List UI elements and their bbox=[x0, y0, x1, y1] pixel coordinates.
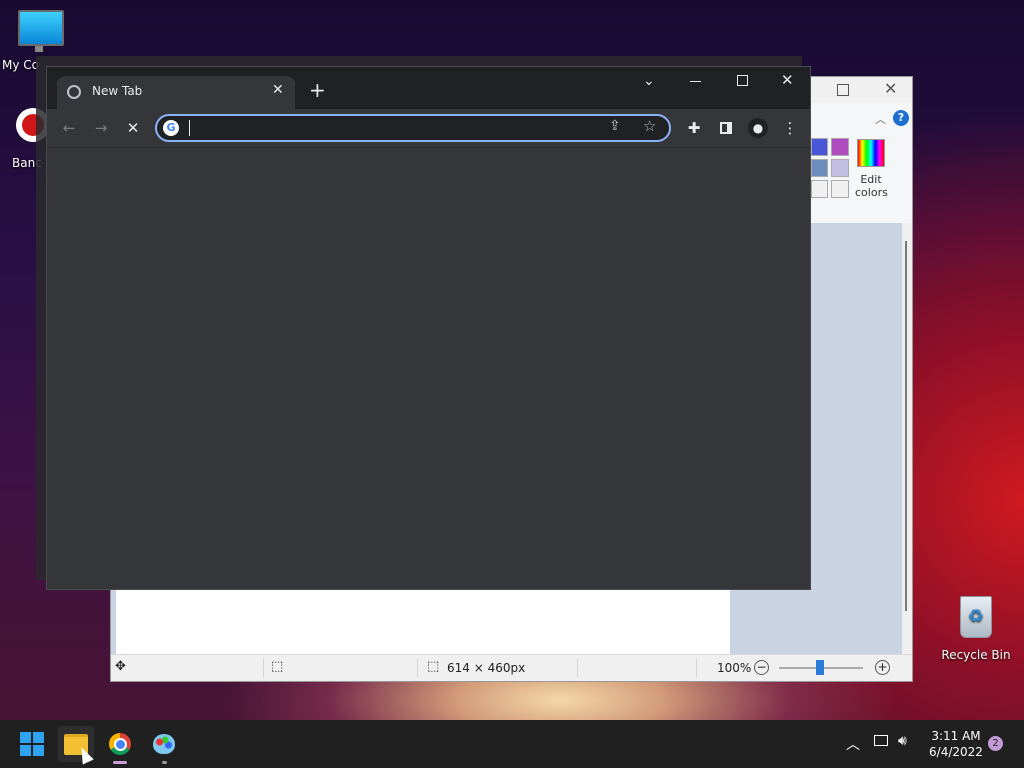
color-swatch[interactable] bbox=[811, 180, 828, 198]
share-icon[interactable]: ⇪ bbox=[609, 118, 621, 134]
desktop-icon-label: My Co bbox=[2, 58, 39, 72]
recycle-bin-icon: ♻ bbox=[960, 596, 992, 638]
vertical-scrollbar[interactable] bbox=[902, 223, 912, 655]
taskbar-chrome[interactable] bbox=[102, 726, 138, 764]
tab-search-icon[interactable]: ⌄ bbox=[643, 73, 655, 89]
color-swatch[interactable] bbox=[831, 159, 849, 177]
forward-button[interactable]: → bbox=[87, 114, 115, 142]
bookmark-star-icon[interactable]: ☆ bbox=[643, 117, 656, 135]
new-tab-button[interactable]: + bbox=[309, 80, 326, 100]
desktop-icon-label: Recycle Bin bbox=[941, 648, 1011, 662]
chrome-favicon-icon bbox=[67, 85, 81, 99]
windows-icon bbox=[20, 732, 44, 756]
start-button[interactable] bbox=[14, 726, 50, 762]
close-button[interactable]: ✕ bbox=[781, 71, 794, 89]
clock-date: 6/4/2022 bbox=[929, 745, 983, 759]
taskbar: ︿ 🔊︎ 3:11 AM 6/4/2022 2 bbox=[0, 720, 1024, 768]
network-icon[interactable] bbox=[874, 735, 888, 746]
paint-palette-icon bbox=[153, 734, 175, 754]
color-spectrum-icon bbox=[857, 139, 885, 167]
close-button[interactable]: ✕ bbox=[884, 79, 897, 98]
omnibox[interactable]: G ⇪ ☆ bbox=[155, 114, 671, 142]
maximize-button[interactable] bbox=[837, 84, 849, 96]
zoom-in-button[interactable]: + bbox=[875, 660, 890, 675]
omnibox-input[interactable] bbox=[189, 120, 190, 136]
tab-title: New Tab bbox=[92, 84, 143, 98]
selection-size-icon: ⬚ bbox=[271, 659, 284, 674]
help-button[interactable]: ? bbox=[893, 110, 909, 126]
profile-icon[interactable]: ● bbox=[744, 114, 772, 142]
canvas-size-icon: ⬚ bbox=[427, 659, 440, 674]
desktop-icon-recycle-bin[interactable]: ♻ Recycle Bin bbox=[940, 596, 1012, 662]
move-icon: ✥ bbox=[115, 659, 126, 674]
chrome-window[interactable]: New Tab ✕ + ⌄ ✕ ← → ✕ G ⇪ ☆ ✚ ● ⋮ bbox=[46, 66, 811, 590]
close-tab-icon[interactable]: ✕ bbox=[272, 82, 284, 98]
running-indicator bbox=[162, 761, 167, 764]
status-bar: ✥ ⬚ ⬚ 614 × 460px 100% − + bbox=[111, 654, 912, 681]
collapse-ribbon-icon[interactable]: ︿ bbox=[875, 111, 886, 127]
tab-strip: New Tab ✕ + ⌄ ✕ bbox=[47, 67, 810, 109]
toolbar: ← → ✕ G ⇪ ☆ ✚ ● ⋮ bbox=[47, 109, 810, 147]
zoom-slider-thumb[interactable] bbox=[816, 660, 824, 675]
taskbar-paint[interactable] bbox=[146, 726, 182, 764]
running-indicator bbox=[113, 761, 127, 764]
back-button[interactable]: ← bbox=[55, 114, 83, 142]
clock[interactable]: 3:11 AM 6/4/2022 bbox=[926, 728, 986, 760]
color-swatch[interactable] bbox=[811, 138, 828, 156]
zoom-out-button[interactable]: − bbox=[754, 660, 769, 675]
extensions-icon[interactable]: ✚ bbox=[680, 114, 708, 142]
zoom-slider[interactable] bbox=[779, 660, 863, 675]
stop-loading-button[interactable]: ✕ bbox=[119, 114, 147, 142]
color-swatch[interactable] bbox=[831, 138, 849, 156]
side-panel-icon[interactable] bbox=[712, 114, 740, 142]
chrome-icon bbox=[109, 733, 131, 755]
color-swatch[interactable] bbox=[831, 180, 849, 198]
canvas-dimensions: 614 × 460px bbox=[447, 661, 526, 675]
color-swatch[interactable] bbox=[811, 159, 828, 177]
page-content[interactable] bbox=[47, 147, 810, 589]
edit-colors-button[interactable]: Edit colors bbox=[855, 139, 888, 199]
desktop-icon-my-computer[interactable]: My Co bbox=[0, 10, 64, 72]
show-hidden-icons-icon[interactable]: ︿ bbox=[846, 734, 860, 754]
notification-badge[interactable]: 2 bbox=[988, 736, 1003, 751]
clock-time: 3:11 AM bbox=[931, 729, 981, 743]
google-icon: G bbox=[163, 120, 179, 136]
tab-new-tab[interactable]: New Tab ✕ bbox=[57, 76, 295, 109]
minimize-button[interactable] bbox=[690, 81, 701, 82]
volume-icon[interactable]: 🔊︎ bbox=[898, 733, 907, 749]
zoom-level: 100% bbox=[717, 661, 752, 675]
maximize-button[interactable] bbox=[737, 75, 748, 86]
menu-icon[interactable]: ⋮ bbox=[776, 114, 804, 142]
monitor-icon bbox=[18, 10, 64, 46]
